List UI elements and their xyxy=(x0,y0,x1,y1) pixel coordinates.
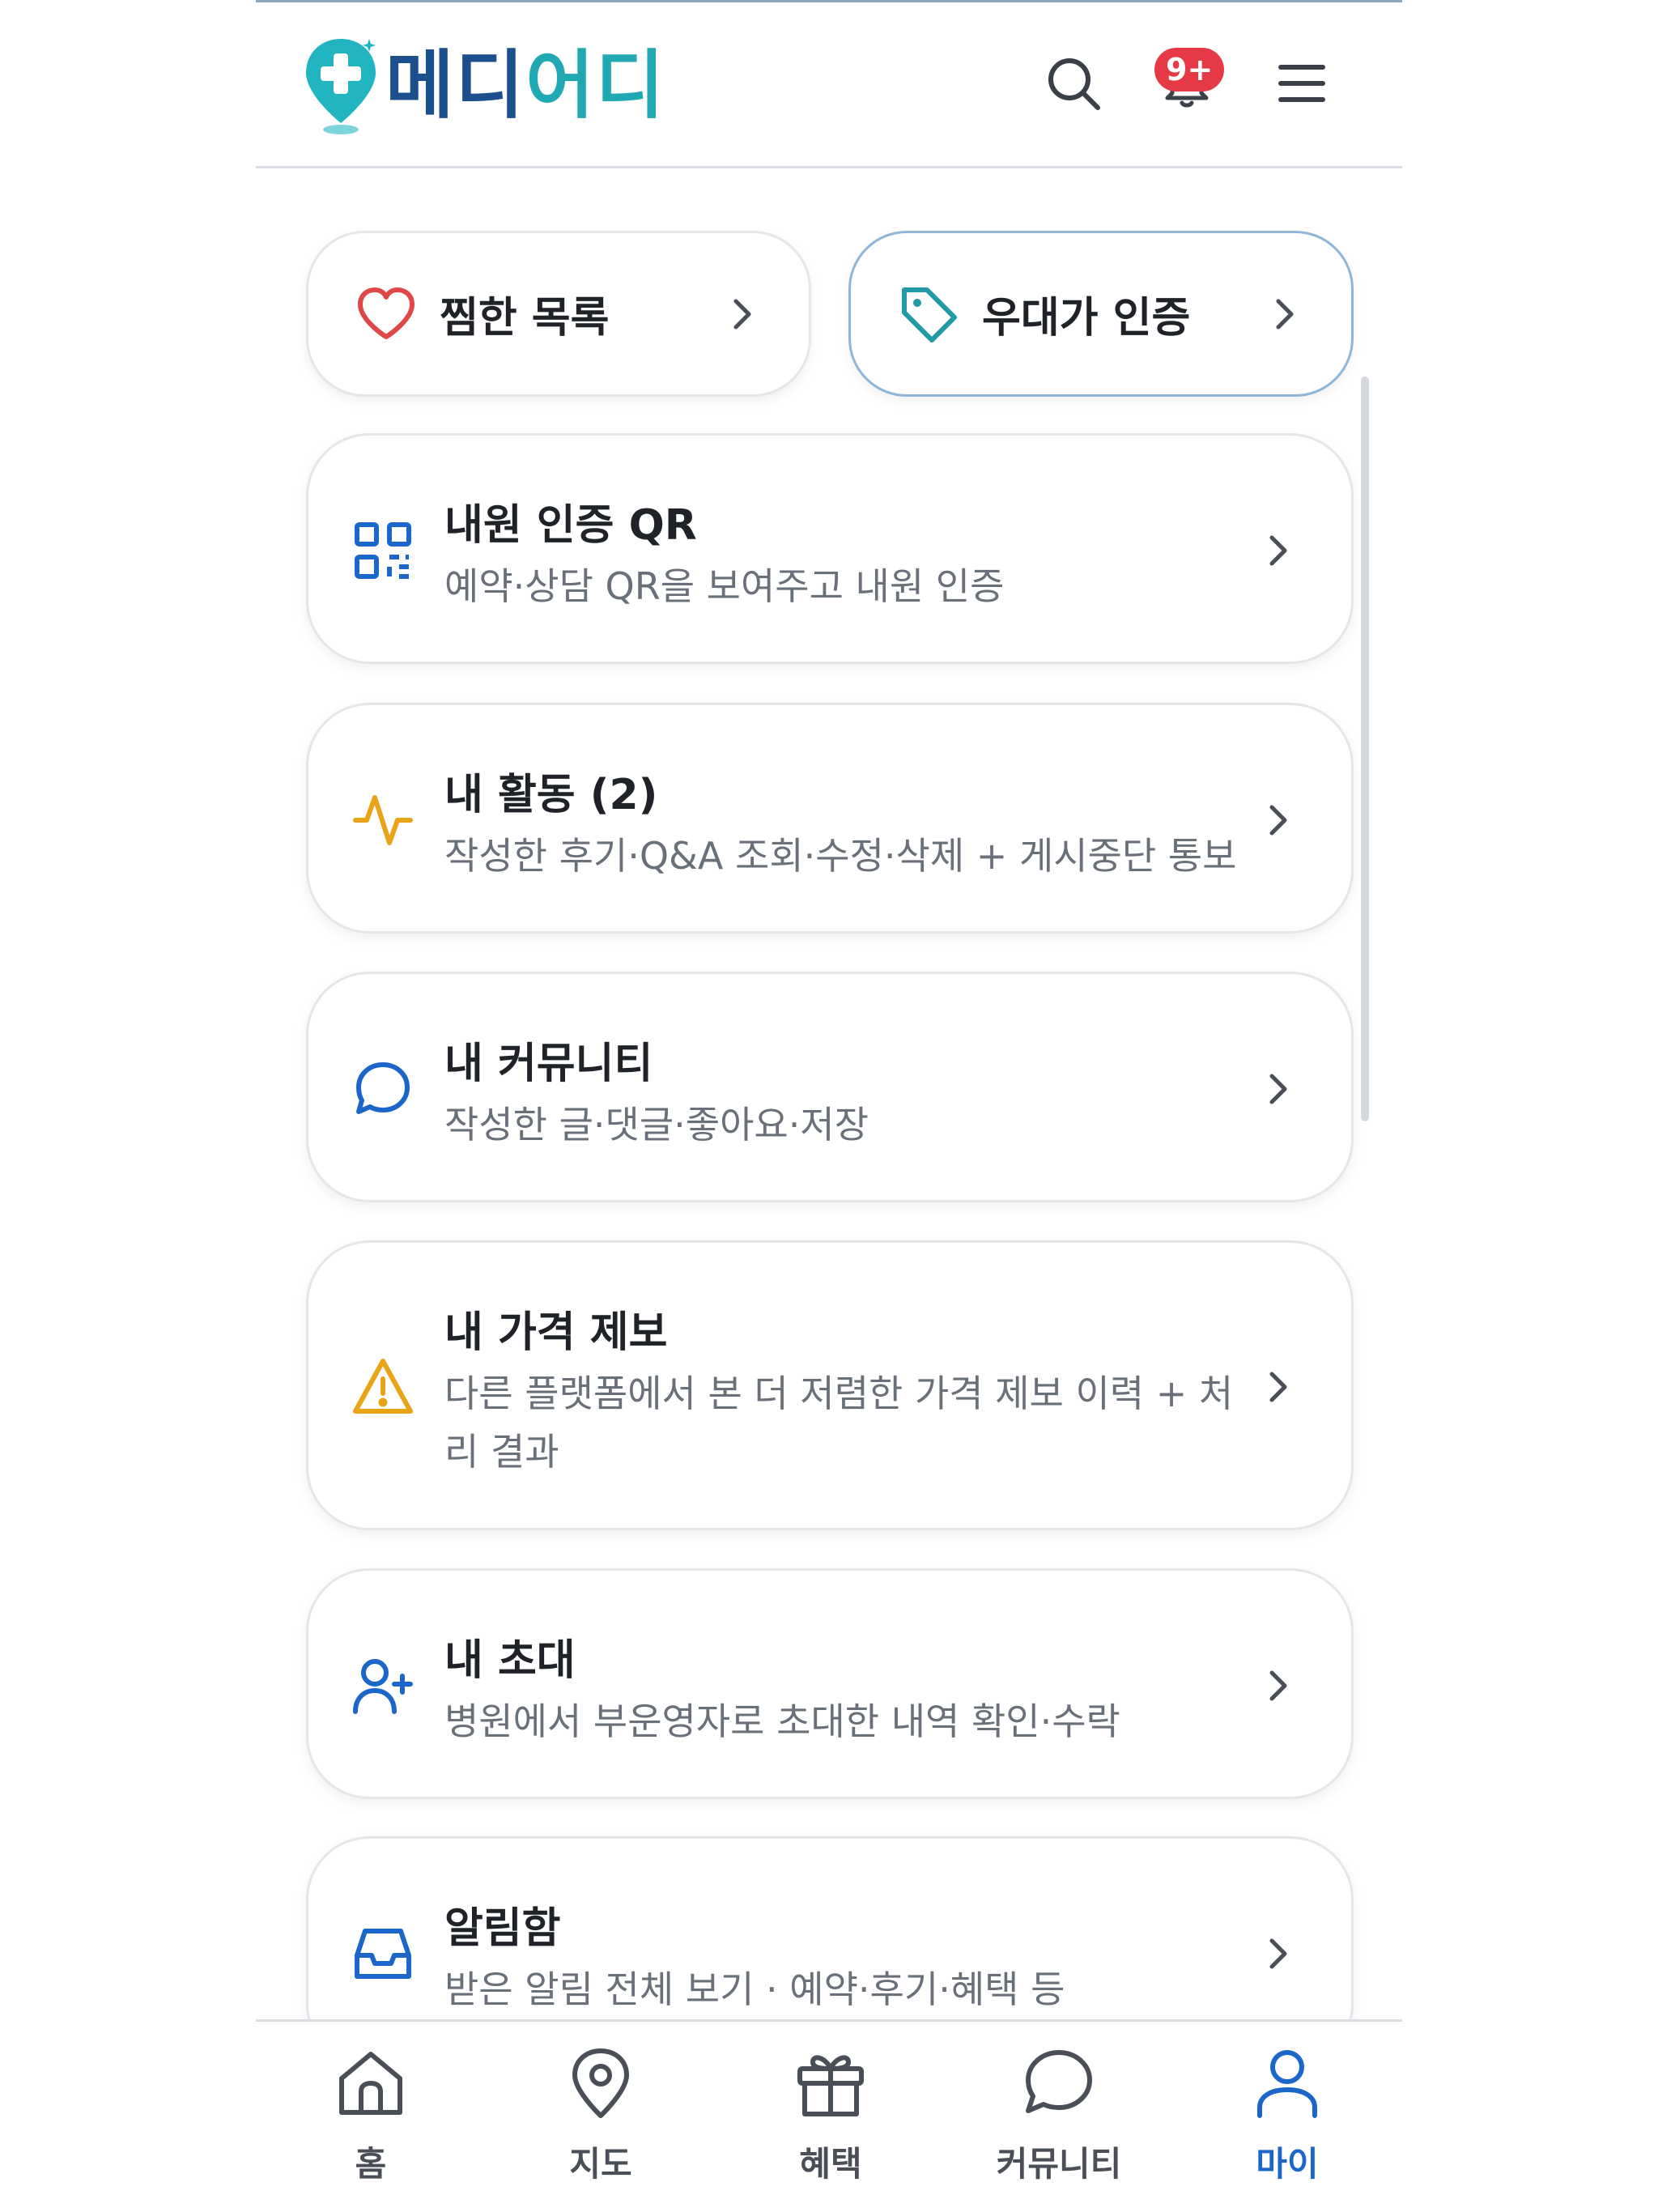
app-screen: 메디어디 9+ 찜한 목록 우대가 인증 내원 인증 QR 예약·상담 QR을 … xyxy=(256,0,1402,2212)
chevron-right-icon xyxy=(1276,299,1294,329)
menu-card-title: 알림함 xyxy=(444,1904,561,1953)
search-icon xyxy=(1048,58,1100,110)
nav-item-community[interactable]: 커뮤니티 xyxy=(978,2046,1140,2192)
menu-card-desc: 작성한 후기·Q&A 조회·수정·삭제 + 게시중단 통보 xyxy=(444,834,1237,878)
user-icon xyxy=(1257,2050,1317,2118)
menu-card-title: 내 활동 (2) xyxy=(444,771,658,819)
logo-text: 메디어디 xyxy=(385,49,666,123)
menu-card-desc: 받은 알림 전체 보기 · 예약·후기·혜택 등 xyxy=(444,1967,1065,2011)
wishlist-label: 찜한 목록 xyxy=(440,294,610,342)
heart-icon xyxy=(358,287,414,339)
chevron-right-icon xyxy=(1269,1074,1287,1104)
nav-item-home[interactable]: 홈 xyxy=(290,2046,452,2192)
activity-icon xyxy=(353,795,413,845)
notification-badge: 9+ xyxy=(1154,48,1225,91)
nav-item-my[interactable]: 마이 xyxy=(1206,2046,1368,2192)
discount-verify-label: 우대가 인증 xyxy=(982,294,1191,342)
menu-card-my-community[interactable]: 내 커뮤니티 작성한 글·댓글·좋아요·저장 xyxy=(306,972,1354,1202)
logo-text-part1: 메디 xyxy=(385,42,526,129)
menu-card-title: 내 가격 제보 xyxy=(444,1308,668,1357)
menu-card-desc: 다른 플랫폼에서 본 더 저렴한 가격 제보 이력 + 처리 결과 xyxy=(444,1372,1234,1474)
discount-verify-button[interactable]: 우대가 인증 xyxy=(848,231,1354,397)
menu-card-price-report[interactable]: 내 가격 제보 다른 플랫폼에서 본 더 저렴한 가격 제보 이력 + 처리 결… xyxy=(306,1240,1354,1530)
chevron-right-icon xyxy=(1269,1938,1287,1969)
map-pin-icon xyxy=(572,2048,629,2118)
chevron-right-icon xyxy=(1269,805,1287,836)
nav-label: 커뮤니티 xyxy=(996,2144,1122,2184)
chevron-right-icon xyxy=(1269,1372,1287,1402)
menu-card-visit-qr[interactable]: 내원 인증 QR 예약·상담 QR을 보여주고 내원 인증 xyxy=(306,433,1354,664)
chevron-right-icon xyxy=(1269,1670,1287,1701)
nav-label: 마이 xyxy=(1256,2144,1319,2184)
nav-label: 지도 xyxy=(569,2144,632,2184)
header: 메디어디 9+ xyxy=(256,2,1402,168)
menu-button[interactable] xyxy=(1268,49,1336,117)
bottom-nav: 홈 지도 혜택 커뮤니티 마이 xyxy=(256,2019,1402,2212)
home-icon xyxy=(339,2052,402,2115)
logo[interactable]: 메디어디 xyxy=(303,33,666,138)
menu-card-my-invites[interactable]: 내 초대 병원에서 부운영자로 초대한 내역 확인·수락 xyxy=(306,1568,1354,1799)
menu-card-desc: 병원에서 부운영자로 초대한 내역 확인·수락 xyxy=(444,1699,1120,1743)
menu-card-my-activity[interactable]: 내 활동 (2) 작성한 후기·Q&A 조회·수정·삭제 + 게시중단 통보 xyxy=(306,703,1354,934)
scrollbar[interactable] xyxy=(1361,376,1369,1121)
hamburger-icon xyxy=(1278,65,1325,102)
nav-item-map[interactable]: 지도 xyxy=(520,2046,682,2192)
tag-icon xyxy=(902,287,957,342)
menu-card-desc: 작성한 글·댓글·좋아요·저장 xyxy=(444,1103,869,1146)
user-plus-icon xyxy=(353,1659,413,1714)
qr-icon xyxy=(355,522,411,579)
chevron-right-icon xyxy=(1269,535,1287,566)
wishlist-button[interactable]: 찜한 목록 xyxy=(306,231,811,397)
chevron-right-icon xyxy=(733,299,751,329)
inbox-icon xyxy=(355,1929,411,1979)
chat-icon xyxy=(1026,2050,1092,2113)
gift-icon xyxy=(797,2055,864,2116)
menu-card-title: 내 초대 xyxy=(444,1636,576,1685)
nav-label: 혜택 xyxy=(799,2144,862,2184)
logo-text-part2: 어디 xyxy=(525,42,666,129)
menu-card-title: 내 커뮤니티 xyxy=(444,1040,653,1088)
search-button[interactable] xyxy=(1039,49,1107,117)
logo-pin-icon xyxy=(306,39,376,134)
menu-card-desc: 예약·상담 QR을 보여주고 내원 인증 xyxy=(444,564,1005,608)
nav-label: 홈 xyxy=(355,2144,387,2184)
nav-item-benefits[interactable]: 혜택 xyxy=(750,2046,912,2192)
warning-icon xyxy=(353,1359,413,1414)
menu-card-title: 내원 인증 QR xyxy=(444,501,697,550)
chat-icon xyxy=(356,1062,410,1114)
